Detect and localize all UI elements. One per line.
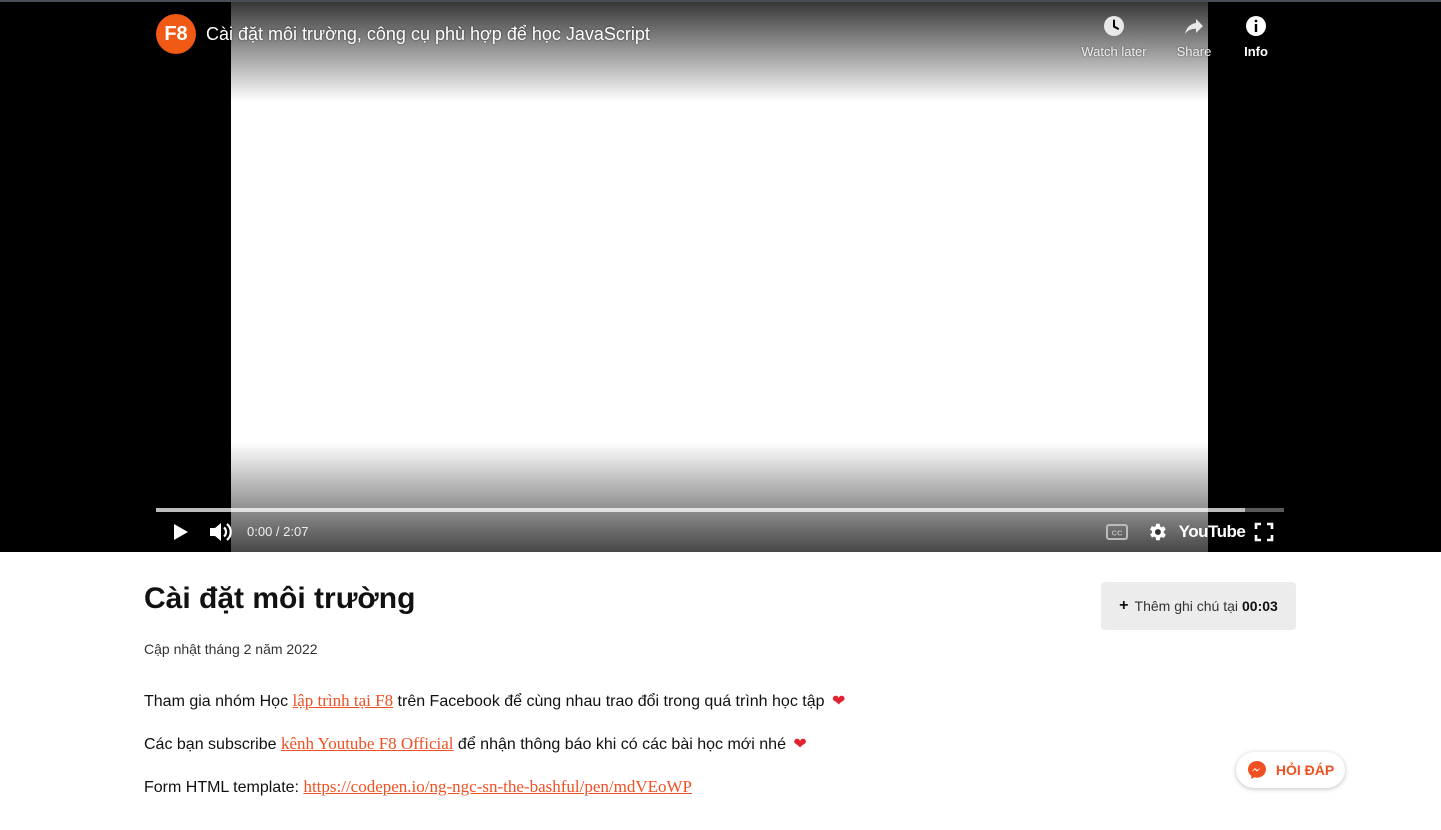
play-icon xyxy=(174,524,188,540)
captions-icon: CC xyxy=(1106,524,1128,540)
add-note-button[interactable]: + Thêm ghi chú tại 00:03 xyxy=(1101,582,1296,630)
messenger-icon xyxy=(1247,761,1266,779)
share-label: Share xyxy=(1176,44,1212,59)
time-display: 0:00 / 2:07 xyxy=(247,524,309,539)
add-note-label: Thêm ghi chú tại xyxy=(1134,598,1239,614)
help-button-label: HỎI ĐÁP xyxy=(1275,762,1335,778)
watch-later-button[interactable]: Watch later xyxy=(1074,14,1154,59)
description-line-2: Các bạn subscribe kênh Youtube F8 Offici… xyxy=(144,734,807,754)
info-button[interactable]: Info xyxy=(1216,14,1296,59)
line1-suffix: trên Facebook để cùng nhau trao đổi tron… xyxy=(393,693,829,710)
heart-icon: ❤ xyxy=(793,736,807,753)
info-label: Info xyxy=(1244,44,1268,59)
help-button[interactable]: HỎI ĐÁP xyxy=(1236,752,1345,788)
youtube-logo[interactable]: YouTube xyxy=(1179,518,1246,546)
channel-logo[interactable]: F8 xyxy=(156,14,196,54)
lesson-title: Cài đặt môi trường xyxy=(144,582,416,615)
settings-button[interactable] xyxy=(1143,518,1171,546)
line2-suffix: để nhận thông báo khi có các bài học mới… xyxy=(453,736,791,753)
captions-button[interactable]: CC xyxy=(1102,518,1132,546)
clock-icon xyxy=(1104,16,1124,36)
video-player[interactable]: F8 Cài đặt môi trường, công cụ phù hợp đ… xyxy=(0,2,1441,552)
line2-prefix: Các bạn subscribe xyxy=(144,736,281,753)
plus-icon: + xyxy=(1119,597,1129,614)
play-button[interactable] xyxy=(166,518,194,546)
heart-icon: ❤ xyxy=(831,693,846,710)
fullscreen-button[interactable] xyxy=(1250,518,1278,546)
facebook-group-link[interactable]: lập trình tại F8 xyxy=(293,691,394,710)
fullscreen-icon xyxy=(1254,522,1274,542)
description-line-3: Form HTML template: https://codepen.io/n… xyxy=(144,777,692,797)
progress-bar[interactable] xyxy=(156,508,1284,512)
volume-button[interactable] xyxy=(207,518,235,546)
progress-bar-fill xyxy=(156,508,1245,512)
video-title[interactable]: Cài đặt môi trường, công cụ phù hợp để h… xyxy=(206,24,650,45)
svg-text:CC: CC xyxy=(1112,529,1123,538)
line3-prefix: Form HTML template: xyxy=(144,779,304,796)
info-icon xyxy=(1246,16,1266,36)
share-icon xyxy=(1185,19,1203,34)
youtube-channel-link[interactable]: kênh Youtube F8 Official xyxy=(281,734,454,753)
codepen-link[interactable]: https://codepen.io/ng-ngc-sn-the-bashful… xyxy=(303,777,692,796)
volume-icon xyxy=(210,523,232,541)
watch-later-label: Watch later xyxy=(1081,44,1147,59)
settings-icon xyxy=(1150,523,1166,541)
description-line-1: Tham gia nhóm Học lập trình tại F8 trên … xyxy=(144,691,845,711)
add-note-time: 00:03 xyxy=(1242,598,1278,614)
line1-prefix: Tham gia nhóm Học xyxy=(144,693,293,710)
updated-date: Cập nhật tháng 2 năm 2022 xyxy=(144,641,318,657)
